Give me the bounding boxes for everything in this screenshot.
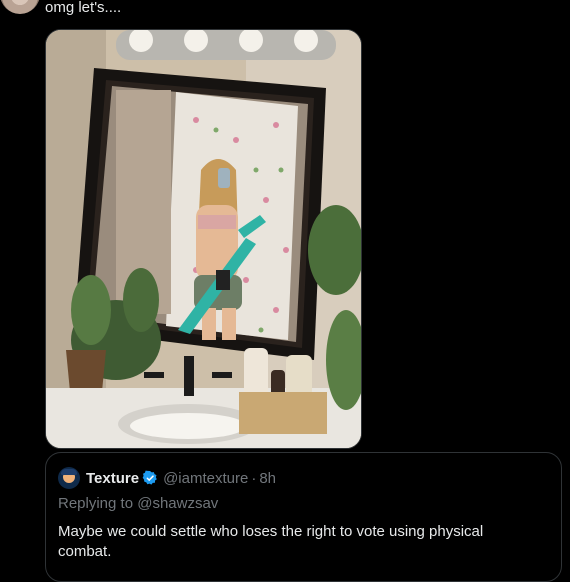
quote-author-avatar[interactable] bbox=[58, 467, 80, 489]
quote-author-handle[interactable]: @iamtexture bbox=[163, 470, 248, 487]
quote-text: Maybe we could settle who loses the righ… bbox=[58, 523, 484, 560]
photo-illustration bbox=[46, 30, 361, 448]
verified-badge-icon bbox=[142, 470, 157, 485]
quoted-tweet[interactable]: Texture @iamtexture · 8h Replying to @sh… bbox=[45, 452, 562, 582]
quote-author-name[interactable]: Texture bbox=[86, 470, 139, 487]
quote-timestamp[interactable]: 8h bbox=[259, 470, 276, 487]
tweet-text: omg let's.... bbox=[45, 0, 122, 16]
author-avatar[interactable] bbox=[0, 0, 40, 14]
replying-to: Replying to @shawzsav bbox=[58, 495, 219, 512]
quote-header: Texture @iamtexture · 8h bbox=[58, 467, 276, 489]
quote-separator: · bbox=[251, 469, 257, 487]
tweet-photo[interactable] bbox=[45, 29, 362, 449]
